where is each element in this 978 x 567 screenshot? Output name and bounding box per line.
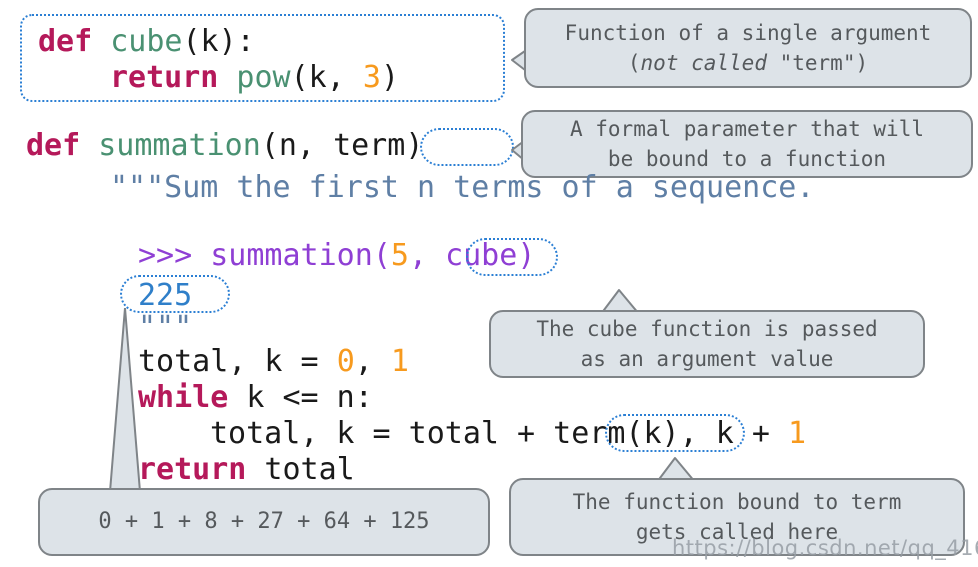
doctest-prompt: >>> bbox=[138, 238, 211, 273]
callout-sum-expansion-line1: 0 + 1 + 8 + 27 + 64 + 125 bbox=[98, 509, 430, 534]
keyword-return: return bbox=[110, 60, 219, 95]
update-comma: , k + bbox=[679, 416, 788, 451]
code-cube-def-line: def cube(k): bbox=[38, 22, 255, 62]
paren-open: ( bbox=[627, 51, 641, 75]
callout-single-argument-line2: (not called "term") bbox=[628, 48, 868, 78]
return-value-total: total bbox=[246, 452, 355, 487]
code-body-return-line: return total bbox=[138, 450, 355, 490]
call-term-k: term(k) bbox=[553, 416, 680, 451]
doctest-arg-5: 5 bbox=[390, 238, 409, 273]
emphasis-not-called: not called bbox=[640, 51, 767, 75]
callout-cube-passed: The cube function is passed as an argume… bbox=[489, 310, 925, 378]
literal-1: 1 bbox=[390, 344, 409, 379]
paren-close: "term") bbox=[766, 51, 869, 75]
literal-1-increment: 1 bbox=[787, 416, 807, 451]
doctest-comma: , bbox=[408, 238, 446, 273]
code-docstring-open: """Sum the first n terms of a sequence. bbox=[110, 168, 814, 208]
doctest-arg-cube: cube bbox=[445, 238, 518, 273]
doctest-close-paren: ) bbox=[517, 238, 536, 273]
update-assign: total, k = total + bbox=[210, 416, 554, 451]
function-name-cube: cube bbox=[92, 24, 183, 59]
docstring-close-quotes: """ bbox=[138, 310, 193, 345]
literal-3: 3 bbox=[362, 60, 381, 95]
summation-close-paren: ) bbox=[405, 128, 424, 163]
highlight-pill-term-parameter bbox=[420, 128, 514, 166]
function-name-pow: pow bbox=[218, 60, 291, 95]
function-name-summation: summation bbox=[80, 128, 261, 163]
pow-open-paren: (k, bbox=[290, 60, 363, 95]
keyword-while: while bbox=[138, 380, 229, 415]
callout-bound-to-term-line1: The function bound to term bbox=[572, 490, 902, 514]
code-body-init-line: total, k = 0, 1 bbox=[138, 342, 409, 382]
code-body-while-line: while k <= n: bbox=[138, 378, 373, 418]
code-cube-return-line: return pow(k, 3) bbox=[110, 58, 399, 98]
doctest-call-summation: summation bbox=[210, 238, 373, 273]
callout-cube-passed-line1: The cube function is passed bbox=[536, 317, 878, 341]
callout-cube-passed-line2: as an argument value bbox=[580, 347, 834, 371]
pow-close-paren: ) bbox=[380, 60, 399, 95]
param-term: term bbox=[333, 128, 406, 163]
init-assign: total, k = bbox=[138, 344, 337, 379]
callout-sum-expansion: 0 + 1 + 8 + 27 + 64 + 125 bbox=[38, 488, 490, 556]
cube-params: (k): bbox=[182, 24, 255, 59]
while-condition: k <= n: bbox=[228, 380, 373, 415]
watermark-url: https://blog.csdn.net/qq_41664688 bbox=[672, 536, 978, 560]
keyword-def-summation: def bbox=[26, 128, 81, 163]
keyword-return-total: return bbox=[138, 452, 247, 487]
summation-open-paren: (n, bbox=[260, 128, 334, 163]
code-doctest-line: >>> summation(5, cube) bbox=[138, 236, 535, 276]
callout-single-argument: Function of a single argument (not calle… bbox=[524, 8, 972, 88]
doctest-open-paren: ( bbox=[372, 238, 391, 273]
init-comma: , bbox=[354, 344, 391, 379]
code-body-update-line: total, k = total + term(k), k + 1 bbox=[210, 414, 806, 454]
keyword-def: def bbox=[38, 24, 93, 59]
callout-single-argument-line1: Function of a single argument bbox=[564, 21, 932, 45]
docstring-text: """Sum the first n terms of a sequence. bbox=[110, 170, 815, 205]
code-summation-def-line: def summation(n, term) bbox=[26, 126, 423, 166]
slide-canvas: def cube(k): return pow(k, 3) Function o… bbox=[0, 0, 978, 567]
literal-0: 0 bbox=[336, 344, 355, 379]
callout-formal-parameter-line1: A formal parameter that will bbox=[569, 117, 924, 141]
